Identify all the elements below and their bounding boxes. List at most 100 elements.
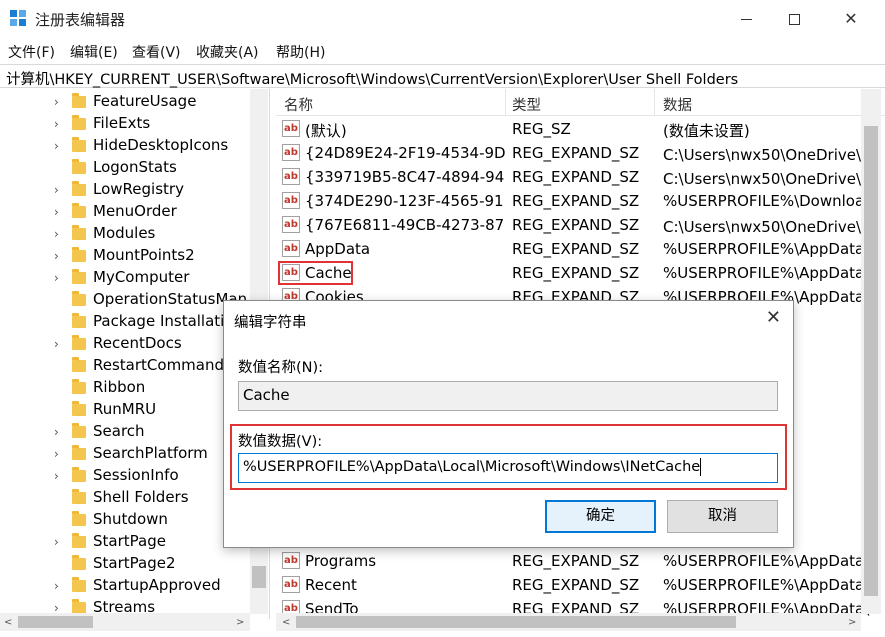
- tree-item-label: Ribbon: [93, 378, 145, 396]
- list-item-name: Programs: [305, 552, 505, 570]
- list-item-name: {339719B5-8C47-4894-94...: [305, 168, 505, 186]
- chevron-right-icon[interactable]: ›: [54, 447, 59, 461]
- chevron-right-icon[interactable]: ›: [54, 139, 59, 153]
- tree-item[interactable]: StartPage2: [0, 553, 270, 575]
- folder-icon: [72, 382, 86, 394]
- tree-item-label: LowRegistry: [93, 180, 184, 198]
- tree-item-label: MenuOrder: [93, 202, 177, 220]
- tree-item[interactable]: › FeatureUsage: [0, 91, 270, 113]
- chevron-right-icon[interactable]: ›: [54, 117, 59, 131]
- tree-item-label: FeatureUsage: [93, 92, 196, 110]
- regedit-icon: [10, 10, 28, 28]
- list-item-type: REG_EXPAND_SZ: [512, 552, 639, 570]
- menu-edit[interactable]: 编辑(E): [70, 42, 118, 62]
- folder-icon: [72, 536, 86, 548]
- header-data[interactable]: 数据: [663, 94, 692, 115]
- chevron-right-icon[interactable]: ›: [54, 249, 59, 263]
- list-item[interactable]: abProgramsREG_EXPAND_SZ%USERPROFILE%\App…: [276, 549, 885, 573]
- menu-favorites[interactable]: 收藏夹(A): [196, 42, 259, 62]
- dialog-close-icon[interactable]: ✕: [766, 307, 781, 328]
- list-item[interactable]: ab(默认)REG_SZ(数值未设置): [276, 117, 885, 141]
- folder-icon: [72, 404, 86, 416]
- header-type[interactable]: 类型: [512, 94, 541, 115]
- menu-file[interactable]: 文件(F): [8, 42, 55, 62]
- list-item[interactable]: abCacheREG_EXPAND_SZ%USERPROFILE%\AppDat…: [276, 261, 885, 285]
- tree-item-label: LogonStats: [93, 158, 177, 176]
- folder-icon: [72, 470, 86, 482]
- list-item[interactable]: ab{24D89E24-2F19-4534-9D...REG_EXPAND_SZ…: [276, 141, 885, 165]
- tree-item-label: SessionInfo: [93, 466, 179, 484]
- cancel-button[interactable]: 取消: [667, 500, 778, 533]
- list-item-name: Recent: [305, 576, 505, 594]
- tree-item[interactable]: › MenuOrder: [0, 201, 270, 223]
- address-bar[interactable]: 计算机\HKEY_CURRENT_USER\Software\Microsoft…: [0, 64, 885, 88]
- tree-item-label: RestartCommands: [93, 356, 232, 374]
- tree-item[interactable]: ›HideDesktopIcons: [0, 135, 270, 157]
- folder-icon: [72, 316, 86, 328]
- maximize-icon: [789, 14, 800, 25]
- tree-item-label: StartupApproved: [93, 576, 221, 594]
- scroll-left-arrow-icon[interactable]: <: [4, 617, 12, 628]
- tree-horizontal-scroll-thumb[interactable]: [18, 616, 93, 628]
- close-icon: ✕: [844, 9, 857, 28]
- folder-icon: [72, 558, 86, 570]
- menu-view[interactable]: 查看(V): [132, 42, 181, 62]
- tree-item[interactable]: LogonStats: [0, 157, 270, 179]
- minimize-button[interactable]: [723, 0, 769, 38]
- list-horizontal-scroll-thumb[interactable]: [296, 616, 736, 628]
- tree-item-label: StartPage: [93, 532, 166, 550]
- list-item-type: REG_EXPAND_SZ: [512, 240, 639, 258]
- folder-icon: [72, 426, 86, 438]
- chevron-right-icon[interactable]: ›: [54, 579, 59, 593]
- tree-item[interactable]: › StartupApproved: [0, 575, 270, 597]
- folder-icon: [72, 118, 86, 130]
- maximize-button[interactable]: [771, 0, 817, 38]
- list-item[interactable]: abAppDataREG_EXPAND_SZ%USERPROFILE%\AppD…: [276, 237, 885, 261]
- tree-item[interactable]: ›MountPoints2: [0, 245, 270, 267]
- value-name-field: Cache: [238, 381, 778, 411]
- string-value-icon: ab: [282, 144, 300, 161]
- list-scroll-right-arrow-icon[interactable]: >: [848, 617, 856, 628]
- folder-icon: [72, 360, 86, 372]
- list-item[interactable]: ab{374DE290-123F-4565-91...REG_EXPAND_SZ…: [276, 189, 885, 213]
- folder-icon: [72, 294, 86, 306]
- chevron-right-icon[interactable]: ›: [54, 205, 59, 219]
- chevron-right-icon[interactable]: ›: [54, 425, 59, 439]
- close-button[interactable]: ✕: [828, 0, 874, 38]
- folder-icon: [72, 448, 86, 460]
- tree-item[interactable]: › LowRegistry: [0, 179, 270, 201]
- chevron-right-icon[interactable]: ›: [54, 337, 59, 351]
- folder-icon: [72, 250, 86, 262]
- chevron-right-icon[interactable]: ›: [54, 271, 59, 285]
- chevron-right-icon[interactable]: ›: [54, 469, 59, 483]
- folder-icon: [72, 162, 86, 174]
- list-item[interactable]: ab{339719B5-8C47-4894-94...REG_EXPAND_SZ…: [276, 165, 885, 189]
- list-item-name: (默认): [305, 120, 505, 141]
- chevron-right-icon[interactable]: ›: [54, 183, 59, 197]
- menu-help[interactable]: 帮助(H): [276, 42, 325, 62]
- value-data-text: %USERPROFILE%\AppData\Local\Microsoft\Wi…: [243, 459, 700, 475]
- list-item[interactable]: abRecentREG_EXPAND_SZ%USERPROFILE%\AppDa…: [276, 573, 885, 597]
- chevron-right-icon[interactable]: ›: [54, 227, 59, 241]
- list-item-name: {24D89E24-2F19-4534-9D...: [305, 144, 505, 162]
- list-vertical-scroll-thumb[interactable]: [864, 126, 878, 596]
- tree-vertical-scroll-thumb[interactable]: [252, 566, 266, 588]
- list-item-data: %USERPROFILE%\AppData\: [663, 576, 869, 594]
- tree-item[interactable]: ›Modules: [0, 223, 270, 245]
- list-item-data: %USERPROFILE%\AppData\: [663, 240, 869, 258]
- chevron-right-icon[interactable]: ›: [54, 95, 59, 109]
- header-name[interactable]: 名称: [284, 94, 313, 115]
- tree-item-label: FileExts: [93, 114, 150, 132]
- ok-button[interactable]: 确定: [545, 500, 656, 533]
- menu-bar: 文件(F) 编辑(E) 查看(V) 收藏夹(A) 帮助(H): [0, 38, 885, 64]
- scroll-right-arrow-icon[interactable]: >: [236, 617, 244, 628]
- list-scroll-left-arrow-icon[interactable]: <: [282, 617, 290, 628]
- tree-item[interactable]: ›MyComputer: [0, 267, 270, 289]
- tree-item[interactable]: › FileExts: [0, 113, 270, 135]
- chevron-right-icon[interactable]: ›: [54, 535, 59, 549]
- edit-string-dialog: 编辑字符串 ✕ 数值名称(N): Cache 数值数据(V): %USERPRO…: [223, 300, 794, 548]
- value-data-field[interactable]: %USERPROFILE%\AppData\Local\Microsoft\Wi…: [238, 453, 778, 483]
- list-item-type: REG_SZ: [512, 120, 571, 138]
- list-item[interactable]: ab{767E6811-49CB-4273-87...REG_EXPAND_SZ…: [276, 213, 885, 237]
- folder-icon: [72, 272, 86, 284]
